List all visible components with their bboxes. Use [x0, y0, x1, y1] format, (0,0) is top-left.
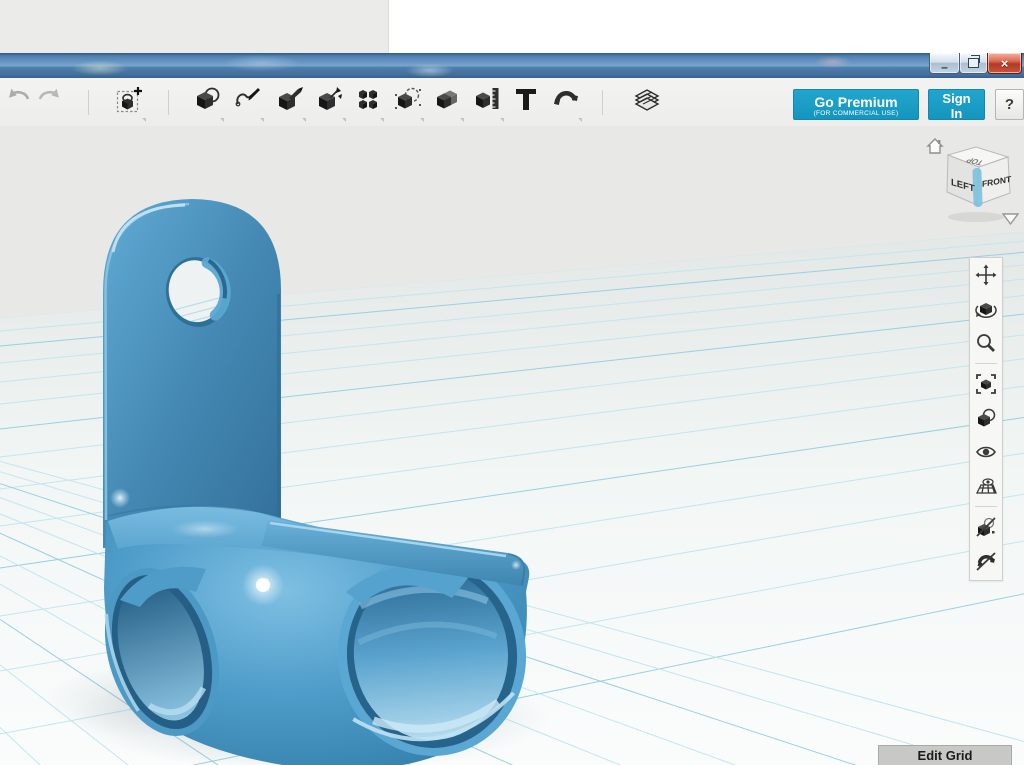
restore-icon: [968, 58, 979, 68]
window-titlebar[interactable]: – ×: [0, 53, 1024, 78]
close-icon: ×: [1001, 57, 1009, 70]
pan-icon: [975, 264, 997, 286]
zoom-icon: [975, 332, 997, 354]
text-icon: [514, 86, 538, 112]
dropdown-caret: [500, 118, 504, 122]
measure-icon: [474, 86, 502, 112]
zoom-button[interactable]: [970, 326, 1002, 360]
snap-toggle-button[interactable]: [970, 544, 1002, 578]
transform-icon: [316, 86, 344, 112]
visibility-button[interactable]: [970, 435, 1002, 469]
minimize-icon: –: [941, 61, 948, 73]
shaded-view-button[interactable]: [970, 401, 1002, 435]
spline-button[interactable]: [231, 83, 265, 123]
extrude-button[interactable]: [273, 83, 307, 123]
viewcube-widget: TOP LEFT FRONT: [924, 135, 1022, 231]
sketch-button[interactable]: [191, 83, 225, 123]
toolbar-separator: [602, 90, 603, 115]
close-button[interactable]: ×: [987, 53, 1022, 74]
viewcube-shadow: [948, 212, 1004, 222]
dropdown-caret: [220, 118, 224, 122]
dropdown-caret: [460, 118, 464, 122]
go-premium-sublabel: (FOR COMMERCIAL USE): [794, 110, 918, 118]
go-premium-label: Go Premium: [794, 94, 918, 110]
combine-button[interactable]: [431, 83, 465, 123]
grid-visibility-icon: [975, 475, 997, 497]
navbar-separator: [975, 363, 997, 364]
toolbar-separator: [168, 90, 169, 115]
3d-viewport[interactable]: TOP LEFT FRONT: [0, 126, 1024, 765]
scene-canvas[interactable]: [0, 126, 1024, 765]
sketch-icon: [194, 86, 222, 112]
minimize-button[interactable]: –: [929, 53, 960, 74]
fit-icon: [975, 373, 997, 395]
shaded-view-icon: [975, 407, 997, 429]
grid-visibility-button[interactable]: [970, 469, 1002, 503]
cube-menu-arrow-icon[interactable]: [1003, 214, 1018, 224]
navbar-separator: [975, 506, 997, 507]
measure-button[interactable]: [471, 83, 505, 123]
restore-button[interactable]: [959, 53, 988, 74]
combine-icon: [434, 86, 462, 112]
group-icon: [394, 86, 422, 112]
dropdown-caret: [420, 118, 424, 122]
extrude-icon: [276, 86, 304, 112]
snap-icon: [551, 86, 581, 112]
material-button[interactable]: [630, 83, 664, 123]
orbit-icon: [975, 298, 997, 320]
material-icon: [632, 86, 662, 114]
redo-icon: [36, 86, 64, 106]
text-button[interactable]: [511, 83, 541, 123]
dropdown-caret: [302, 118, 306, 122]
desktop-background: [0, 0, 1024, 53]
group-button[interactable]: [391, 83, 425, 123]
undo-icon: [4, 86, 32, 106]
main-toolbar: Go Premium (FOR COMMERCIAL USE) Sign In …: [0, 78, 1024, 127]
snap-button[interactable]: [549, 83, 583, 123]
home-icon[interactable]: [928, 139, 942, 153]
hide-solids-icon: [975, 516, 997, 538]
dropdown-caret: [380, 118, 384, 122]
sign-in-button[interactable]: Sign In: [928, 89, 985, 120]
primitives-button[interactable]: [113, 83, 147, 123]
dropdown-caret: [342, 118, 346, 122]
hide-solids-button[interactable]: [970, 510, 1002, 544]
redo-button[interactable]: [34, 83, 66, 123]
background-gray-panel: [0, 0, 389, 53]
toolbar-separator: [88, 90, 89, 115]
spline-icon: [234, 86, 262, 112]
fit-button[interactable]: [970, 367, 1002, 401]
edit-grid-button[interactable]: Edit Grid: [878, 745, 1012, 765]
dropdown-caret: [578, 118, 582, 122]
snap-toggle-icon: [975, 550, 997, 572]
pan-button[interactable]: [970, 258, 1002, 292]
view-cube[interactable]: TOP LEFT FRONT: [947, 147, 1012, 207]
navigation-toolbar: [969, 257, 1003, 581]
window-controls: – ×: [930, 53, 1022, 74]
help-button[interactable]: ?: [995, 89, 1024, 120]
primitives-icon: [115, 86, 145, 114]
titlebar-glass-reflections: [0, 53, 1024, 78]
go-premium-button[interactable]: Go Premium (FOR COMMERCIAL USE): [793, 89, 919, 120]
dropdown-caret: [142, 118, 146, 122]
pattern-button[interactable]: [351, 83, 385, 123]
dropdown-caret: [260, 118, 264, 122]
undo-button[interactable]: [2, 83, 34, 123]
visibility-icon: [975, 441, 997, 463]
transform-button[interactable]: [313, 83, 347, 123]
pattern-icon: [354, 86, 382, 112]
orbit-button[interactable]: [970, 292, 1002, 326]
